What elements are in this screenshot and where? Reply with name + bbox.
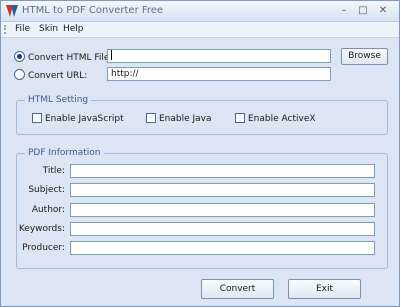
pdf-information-legend: PDF Information (25, 147, 104, 159)
enable-activex-checkbox[interactable] (235, 113, 245, 123)
title-label: Title: (42, 166, 65, 176)
convert-url-option[interactable]: Convert URL: (14, 69, 87, 82)
convert-url-label: Convert URL: (28, 71, 88, 81)
app-logo-icon (6, 5, 18, 17)
menu-help[interactable]: Help (63, 23, 84, 36)
enable-activex-label: Enable ActiveX (248, 114, 316, 124)
minimize-button[interactable]: – (335, 4, 353, 18)
radio-url[interactable] (14, 69, 25, 80)
window-title: HTML to PDF Converter Free (22, 5, 164, 16)
keywords-input[interactable] (70, 222, 375, 236)
author-label: Author: (31, 205, 65, 215)
radio-html-file[interactable] (14, 51, 25, 62)
maximize-button[interactable]: □ (354, 4, 372, 18)
enable-java-label: Enable Java (159, 114, 212, 124)
menu-file[interactable]: File (15, 23, 30, 36)
convert-html-file-option[interactable]: Convert HTML File: (14, 51, 112, 64)
subject-label: Subject: (28, 185, 65, 195)
html-setting-group: HTML Setting Enable JavaScript Enable Ja… (16, 94, 388, 135)
enable-javascript-option[interactable]: Enable JavaScript (32, 113, 124, 125)
author-input[interactable] (70, 203, 375, 217)
enable-java-option[interactable]: Enable Java (146, 113, 212, 125)
app-window: HTML to PDF Converter Free – □ ✕ File Sk… (0, 0, 400, 307)
close-button[interactable]: ✕ (374, 4, 392, 18)
convert-html-file-label: Convert HTML File: (28, 53, 113, 63)
title-input[interactable] (70, 164, 375, 178)
menu-bar: File Skin Help (1, 22, 399, 38)
text-caret (111, 50, 112, 60)
subject-input[interactable] (70, 183, 375, 197)
producer-label: Producer: (22, 243, 65, 253)
enable-javascript-label: Enable JavaScript (45, 114, 124, 124)
keywords-label: Keywords: (18, 224, 65, 234)
menu-skin[interactable]: Skin (39, 23, 58, 36)
menu-grip-icon (4, 25, 8, 34)
enable-java-checkbox[interactable] (146, 113, 156, 123)
url-input[interactable]: http:// (107, 67, 331, 81)
browse-button[interactable]: Browse (341, 48, 388, 65)
enable-activex-option[interactable]: Enable ActiveX (235, 113, 316, 125)
enable-javascript-checkbox[interactable] (32, 113, 42, 123)
html-file-input[interactable] (107, 49, 331, 63)
producer-input[interactable] (70, 241, 375, 255)
html-setting-legend: HTML Setting (25, 94, 92, 106)
exit-button[interactable]: Exit (288, 279, 361, 299)
convert-button[interactable]: Convert (201, 279, 274, 299)
title-bar: HTML to PDF Converter Free – □ ✕ (1, 1, 399, 22)
